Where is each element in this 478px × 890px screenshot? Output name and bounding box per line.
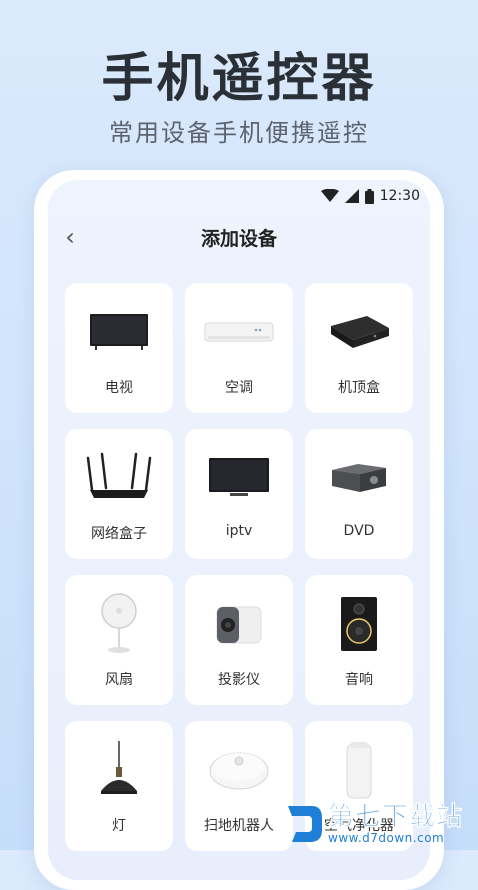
tv-icon	[79, 301, 159, 363]
device-card-dvd[interactable]: DVD	[305, 429, 413, 559]
device-label: 网络盒子	[91, 526, 147, 542]
signal-icon	[344, 189, 359, 203]
device-label: 风扇	[105, 672, 133, 688]
robot-vacuum-icon	[199, 739, 279, 801]
device-card-lamp[interactable]: 灯	[65, 721, 173, 851]
lamp-icon	[79, 739, 159, 801]
nav-bar: ‹ 添加设备	[48, 220, 430, 256]
iptv-icon	[199, 447, 279, 509]
projector-icon	[199, 593, 279, 655]
device-label: DVD	[343, 523, 375, 539]
speaker-icon	[319, 593, 399, 655]
device-label: 投影仪	[218, 672, 260, 688]
device-label: 音响	[345, 672, 373, 688]
router-icon	[79, 447, 159, 509]
device-card-robot-vacuum[interactable]: 扫地机器人	[185, 721, 293, 851]
status-bar: 12:30	[320, 186, 420, 206]
device-label: 机顶盒	[338, 380, 380, 396]
device-label: iptv	[225, 523, 253, 539]
device-label: 灯	[112, 818, 126, 834]
device-card-speaker[interactable]: 音响	[305, 575, 413, 705]
watermark: 第七下载站 www.d7down.com	[284, 798, 478, 850]
watermark-brand: 第七下载站	[328, 802, 464, 832]
device-card-tv[interactable]: 电视	[65, 283, 173, 413]
dvd-player-icon	[319, 447, 399, 509]
device-card-iptv[interactable]: iptv	[185, 429, 293, 559]
hero-title: 手机遥控器	[101, 49, 377, 109]
watermark-url: www.d7down.com	[328, 831, 445, 845]
wifi-icon	[320, 189, 339, 202]
device-label: 扫地机器人	[204, 818, 274, 834]
watermark-logo-icon	[288, 806, 322, 842]
set-top-box-icon	[319, 301, 399, 363]
device-label: 空调	[225, 380, 253, 396]
device-card-fan[interactable]: 风扇	[65, 575, 173, 705]
device-grid: 电视 空调 机顶盒 网络盒子 iptv DVD 风扇 投影仪 音响 灯 扫地机器…	[65, 283, 413, 851]
device-card-air-conditioner[interactable]: 空调	[185, 283, 293, 413]
device-card-set-top-box[interactable]: 机顶盒	[305, 283, 413, 413]
device-label: 电视	[105, 380, 133, 396]
fan-icon	[79, 593, 159, 655]
phone-screen: 12:30 ‹ 添加设备 电视 空调 机顶盒 网络盒子 iptv DVD 风扇 …	[48, 180, 430, 880]
battery-icon	[364, 188, 374, 204]
status-time: 12:30	[379, 188, 420, 204]
hero-subtitle: 常用设备手机便携遥控	[109, 119, 369, 147]
page-title: 添加设备	[200, 228, 277, 250]
air-conditioner-icon	[199, 301, 279, 363]
device-card-router[interactable]: 网络盒子	[65, 429, 173, 559]
air-purifier-icon	[319, 739, 399, 801]
device-card-projector[interactable]: 投影仪	[185, 575, 293, 705]
